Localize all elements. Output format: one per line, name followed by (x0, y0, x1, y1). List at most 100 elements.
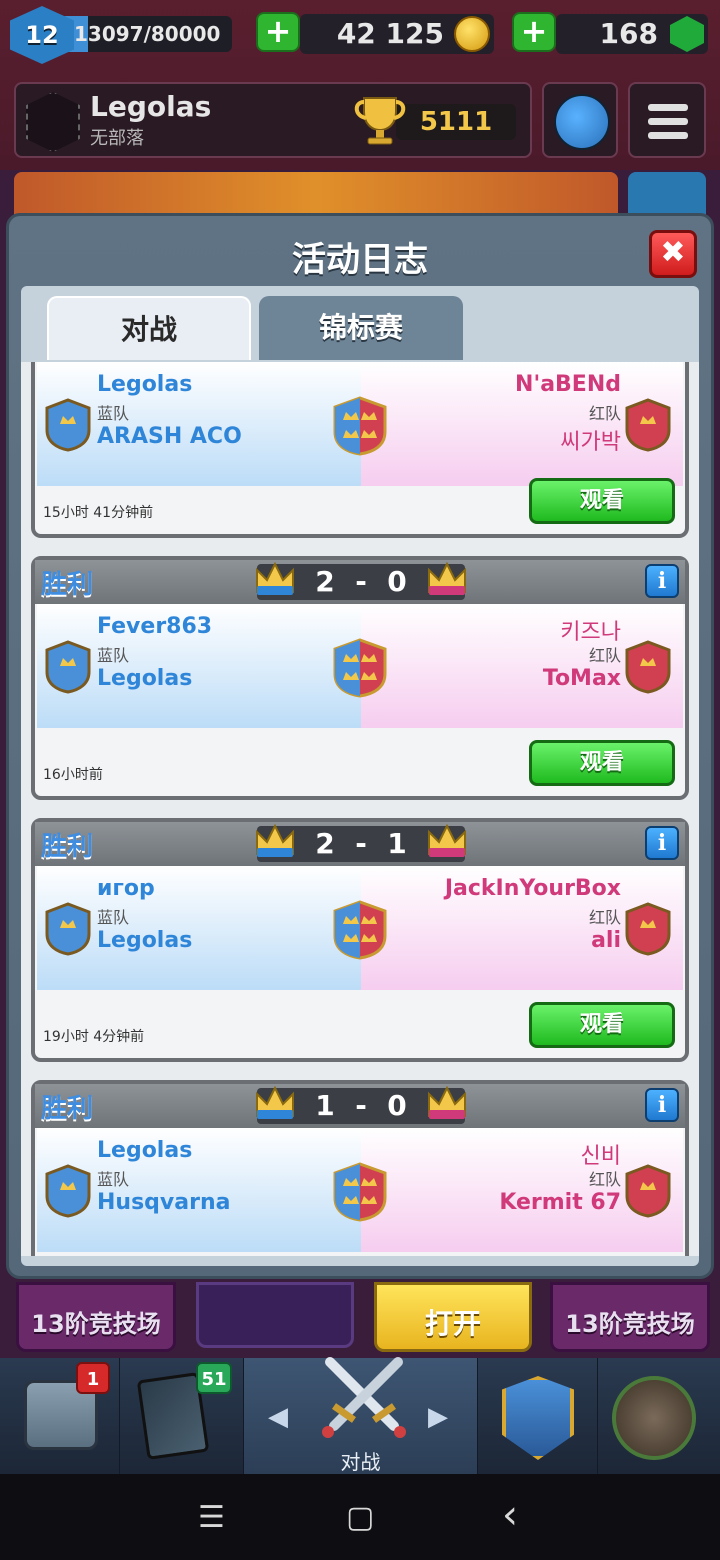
match-players: Legolas 蓝队 ARASH ACO N'aBENd 红队 씨가박 (37, 362, 683, 486)
red-player-name[interactable]: JackInYourBox (445, 876, 621, 901)
blue-crown-icon (256, 1085, 294, 1119)
blue-partner-name[interactable]: ARASH ACO (97, 424, 242, 449)
battle-time: 16小时前 (43, 767, 103, 783)
team-vs-shield-icon (333, 396, 387, 456)
tab-battles[interactable]: 对战 (47, 296, 251, 360)
blue-score: 2 (315, 565, 335, 598)
battle-card: Legolas 蓝队 ARASH ACO N'aBENd 红队 씨가박 15小时… (31, 362, 689, 538)
red-team-label: 红队 (588, 1170, 621, 1189)
back-button[interactable]: ‹ (502, 1492, 518, 1538)
battle-header: 胜利 2 - 0 i (35, 560, 685, 604)
score-separator: - (355, 1089, 367, 1122)
red-partner-name[interactable]: ali (591, 928, 621, 953)
nav-clan[interactable] (478, 1358, 598, 1474)
blue-partner-name[interactable]: Legolas (97, 666, 192, 691)
battle-info-button[interactable]: i (645, 1088, 679, 1122)
menu-button[interactable] (628, 82, 706, 158)
blue-player-name[interactable]: Fever863 (97, 614, 212, 639)
team-vs-shield-icon (333, 638, 387, 698)
left-arrow-icon[interactable]: ◀ (268, 1402, 288, 1432)
dialog-body: 对战 锦标赛 Legolas 蓝队 ARASH ACO N'aBENd 红队 씨… (21, 286, 699, 1266)
blue-player-name[interactable]: Legolas (97, 1138, 192, 1163)
match-players: Legolas 蓝队 Husqvarna 신비 红队 Kermit 67 (37, 1128, 683, 1252)
gold-amount: 42 125 (336, 17, 444, 50)
recent-apps-button[interactable]: ☰ (198, 1500, 225, 1535)
team-vs-shield-icon (333, 1162, 387, 1222)
tab-tournaments[interactable]: 锦标赛 (259, 296, 463, 360)
nav-cards[interactable]: 51 (120, 1358, 244, 1474)
blue-team-shield-icon (45, 1164, 91, 1218)
red-player-name[interactable]: N'aBENd (515, 372, 621, 397)
arena-right-button[interactable]: 13阶竞技场 (550, 1282, 710, 1352)
player-name: Legolas (90, 90, 212, 123)
home-button[interactable]: ▢ (346, 1500, 374, 1535)
battle-info-button[interactable]: i (645, 826, 679, 860)
nav-battle-label: 对战 (340, 1450, 381, 1474)
red-team-label: 红队 (588, 646, 621, 665)
battle-result: 胜利 (41, 832, 94, 862)
red-partner-name[interactable]: ToMax (543, 666, 621, 691)
blue-player-name[interactable]: игор (97, 876, 155, 901)
blue-player-name[interactable]: Legolas (97, 372, 192, 397)
close-button[interactable]: ✖ (649, 230, 697, 278)
battle-list: Legolas 蓝队 ARASH ACO N'aBENd 红队 씨가박 15小时… (21, 362, 699, 1256)
blue-score: 1 (315, 1089, 335, 1122)
team-vs-shield-icon (333, 900, 387, 960)
nav-shop[interactable]: 1 (0, 1358, 120, 1474)
bottom-navigation: 1 51 ◀ ▶ 对战 (0, 1357, 720, 1474)
red-team-label: 红队 (588, 908, 621, 927)
league-button[interactable] (542, 82, 618, 158)
watch-replay-button[interactable]: 观看 (529, 478, 675, 524)
blue-team-label: 蓝队 (97, 404, 130, 423)
trophy-count: 5111 (396, 104, 516, 140)
red-crown-icon (428, 561, 466, 595)
battle-header: 胜利 1 - 0 i (35, 1084, 685, 1128)
score-separator: - (355, 565, 367, 598)
battle-log-list[interactable]: Legolas 蓝队 ARASH ACO N'aBENd 红队 씨가박 15小时… (21, 362, 699, 1256)
red-team-shield-icon (625, 640, 671, 694)
blue-crown-icon (256, 561, 294, 595)
red-score: 0 (387, 1089, 407, 1122)
red-partner-name[interactable]: 씨가박 (560, 424, 621, 456)
red-crown-icon (428, 1085, 466, 1119)
nav-battle[interactable]: ◀ ▶ 对战 (244, 1357, 478, 1474)
blue-partner-name[interactable]: Legolas (97, 928, 192, 953)
trophy-icon (354, 97, 406, 145)
empty-chest-slot[interactable] (196, 1282, 354, 1348)
top-status-bar: 13097/80000 12 + 42 125 + 168 Legolas 无部… (0, 0, 720, 222)
blue-team-label: 蓝队 (97, 908, 130, 927)
gem-counter: 168 (556, 14, 708, 54)
watch-replay-button[interactable]: 观看 (529, 740, 675, 786)
arena-left-button[interactable]: 13阶竞技场 (16, 1282, 176, 1352)
blue-team-shield-icon (45, 640, 91, 694)
blue-team-label: 蓝队 (97, 646, 130, 665)
add-gems-button[interactable]: + (512, 12, 556, 52)
red-team-label: 红队 (588, 404, 621, 423)
red-partner-name[interactable]: Kermit 67 (499, 1190, 621, 1215)
battle-time: 15小时 41分钟前 (43, 505, 154, 521)
globe-icon (554, 94, 610, 150)
right-arrow-icon[interactable]: ▶ (428, 1402, 448, 1432)
clan-name: 无部落 (90, 128, 144, 149)
battle-result: 胜利 (41, 570, 94, 600)
battle-info-button[interactable]: i (645, 564, 679, 598)
experience-bar: 13097/80000 (60, 16, 232, 52)
nav-events[interactable] (598, 1358, 720, 1474)
battle-card: 胜利 1 - 0 i Legolas 蓝队 Husqvarna 신비 红队 Ke… (31, 1080, 689, 1256)
player-profile[interactable]: Legolas 无部落 5111 (14, 82, 532, 158)
system-navigation-bar: ☰ ▢ ‹ (0, 1474, 720, 1560)
dialog-title: 活动日志 (292, 240, 428, 280)
menu-icon (648, 104, 688, 111)
open-chest-button[interactable]: 打开 (374, 1282, 532, 1352)
add-gold-button[interactable]: + (256, 12, 300, 52)
clan-badge-empty-icon (26, 92, 80, 152)
red-crown-icon (428, 823, 466, 857)
score-display: 2 - 1 (256, 823, 466, 862)
blue-partner-name[interactable]: Husqvarna (97, 1190, 230, 1215)
experience-text: 13097/80000 (74, 22, 221, 46)
red-team-shield-icon (625, 398, 671, 452)
notification-badge: 1 (76, 1362, 110, 1394)
red-team-shield-icon (625, 902, 671, 956)
gem-icon (670, 16, 704, 52)
watch-replay-button[interactable]: 观看 (529, 1002, 675, 1048)
